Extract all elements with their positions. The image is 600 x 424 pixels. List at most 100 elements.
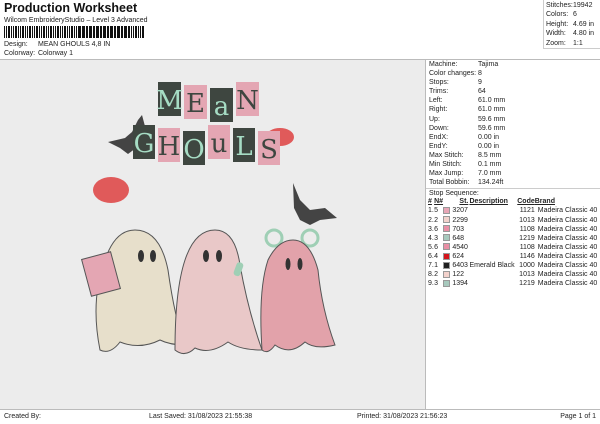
letter: N bbox=[236, 86, 259, 116]
table-row: 8. 2 122 1013 Madeira Classic 40 bbox=[428, 270, 600, 279]
info-row: EndY: 0.00 in bbox=[426, 142, 600, 151]
info-label: EndX: bbox=[429, 133, 449, 141]
info-value: 59.6 mm bbox=[478, 115, 506, 123]
description bbox=[469, 279, 516, 288]
info-label: Colors: bbox=[546, 11, 569, 19]
software-name: Wilcom EmbroideryStudio – Level 3 Advanc… bbox=[4, 17, 148, 24]
info-label: Height: bbox=[546, 20, 569, 28]
machine-details: Machine: Tajima Color changes: 8 Stops: 9 Trim… bbox=[426, 60, 600, 187]
barcode-bar bbox=[15, 26, 18, 38]
needle-number: 2 bbox=[434, 216, 438, 224]
barcode-bar bbox=[137, 26, 139, 38]
barcode-bar bbox=[25, 26, 26, 38]
info-value: 4.80 in bbox=[573, 30, 595, 38]
barcode-bar bbox=[95, 26, 97, 38]
needle-number: 1 bbox=[434, 261, 438, 269]
info-row: Machine: Tajima bbox=[426, 60, 600, 69]
barcode-bar bbox=[134, 26, 137, 38]
barcode-bar bbox=[85, 26, 88, 38]
barcode-bar bbox=[123, 26, 125, 38]
info-label: Width: bbox=[546, 30, 566, 38]
design-preview: MEaN GHOuLS bbox=[0, 60, 425, 409]
info-label: Max Jump: bbox=[429, 170, 464, 178]
ghost-right bbox=[260, 228, 336, 353]
col-needle: N# bbox=[434, 198, 444, 206]
description: Emerald Black bbox=[469, 261, 515, 269]
stitch-count: 4540 bbox=[452, 243, 468, 251]
stitch-cell: 122 bbox=[443, 270, 469, 279]
stitch-count: 6403 bbox=[452, 261, 468, 269]
info-value: 0.00 in bbox=[478, 133, 500, 141]
stitch-cell: 6403 bbox=[443, 261, 469, 270]
info-label: Machine: bbox=[429, 61, 458, 68]
design-label: Design: bbox=[4, 41, 28, 48]
info-row: Stitches: 19942 bbox=[546, 1, 598, 10]
letter: E bbox=[186, 89, 205, 119]
info-label: EndY: bbox=[429, 142, 448, 150]
letter: H bbox=[158, 132, 181, 162]
info-value: 61.0 mm bbox=[478, 97, 506, 105]
stitch-cell: 624 bbox=[443, 252, 469, 261]
page-title: Production Worksheet bbox=[4, 1, 138, 15]
table-row: 4. 3 648 1219 Madeira Classic 40 bbox=[428, 234, 600, 243]
barcode-bar bbox=[64, 26, 67, 38]
color-swatch bbox=[443, 234, 451, 242]
thread-brand: Madeira Classic 40 bbox=[537, 207, 598, 215]
color-swatch bbox=[443, 243, 451, 251]
stitch-count: 703 bbox=[452, 225, 465, 233]
ghost-middle bbox=[174, 229, 263, 354]
colorway-label: Colorway: bbox=[4, 50, 36, 57]
letter: a bbox=[214, 92, 230, 122]
details-panel: Machine: Tajima Color changes: 8 Stops: 9 Trim… bbox=[425, 60, 600, 409]
barcode-bar bbox=[83, 26, 85, 38]
barcode-bar bbox=[62, 26, 64, 38]
needle-number: 5 bbox=[434, 207, 438, 215]
thread-code: 1108 bbox=[519, 243, 535, 251]
stop-sequence-title: Stop Sequence: bbox=[426, 188, 600, 197]
stitch-count: 648 bbox=[452, 234, 465, 242]
barcode-bar bbox=[57, 26, 60, 38]
barcode-bar bbox=[71, 26, 74, 38]
info-row: EndX: 0.00 in bbox=[426, 133, 600, 142]
barcode-bar bbox=[50, 26, 53, 38]
ghost-left bbox=[80, 229, 186, 352]
info-row: Height: 4.69 in bbox=[546, 20, 598, 29]
barcode-bar bbox=[74, 26, 76, 38]
table-row: 6. 4 624 1146 Madeira Classic 40 bbox=[428, 252, 600, 261]
barcode-bar bbox=[104, 26, 106, 38]
info-label: Stitches: bbox=[546, 2, 573, 9]
barcode-bar bbox=[78, 26, 81, 38]
barcode-bar bbox=[33, 26, 36, 38]
info-row: Total Bobbin: 134.24ft bbox=[426, 178, 600, 187]
design-value: MEAN GHOULS 4,8 IN bbox=[38, 41, 111, 48]
barcode-bar bbox=[76, 26, 78, 38]
info-row: Max Jump: 7.0 mm bbox=[426, 169, 600, 178]
info-label: Trims: bbox=[429, 88, 449, 96]
thread-brand: Madeira Classic 40 bbox=[537, 252, 598, 260]
stitch-count: 2299 bbox=[452, 216, 468, 224]
info-value: 134.24ft bbox=[478, 179, 504, 187]
thread-code: 1108 bbox=[519, 225, 535, 233]
barcode-bar bbox=[118, 26, 120, 38]
barcode-bar bbox=[53, 26, 54, 38]
barcode-bar bbox=[11, 26, 12, 38]
barcode-bar bbox=[116, 26, 118, 38]
info-row: Up: 59.6 mm bbox=[426, 115, 600, 124]
thread-code: 1013 bbox=[519, 216, 535, 224]
stitch-cell: 2299 bbox=[443, 216, 469, 225]
thread-brand: Madeira Classic 40 bbox=[537, 234, 598, 242]
colorway-value: Colorway 1 bbox=[38, 50, 74, 57]
info-label: Color changes: bbox=[429, 70, 477, 78]
info-row: Zoom: 1:1 bbox=[546, 39, 598, 48]
thread-code: 1219 bbox=[519, 234, 535, 242]
col-stitches: St. bbox=[459, 198, 469, 206]
barcode-bar bbox=[81, 26, 83, 38]
description bbox=[469, 216, 516, 225]
barcode-bar bbox=[46, 26, 47, 38]
barcode-bar bbox=[55, 26, 57, 38]
description bbox=[469, 243, 516, 252]
info-row: Right: 61.0 mm bbox=[426, 105, 600, 114]
col-brand: Brand bbox=[534, 198, 555, 206]
barcode-bar bbox=[120, 26, 123, 38]
barcode-bar bbox=[4, 26, 5, 38]
